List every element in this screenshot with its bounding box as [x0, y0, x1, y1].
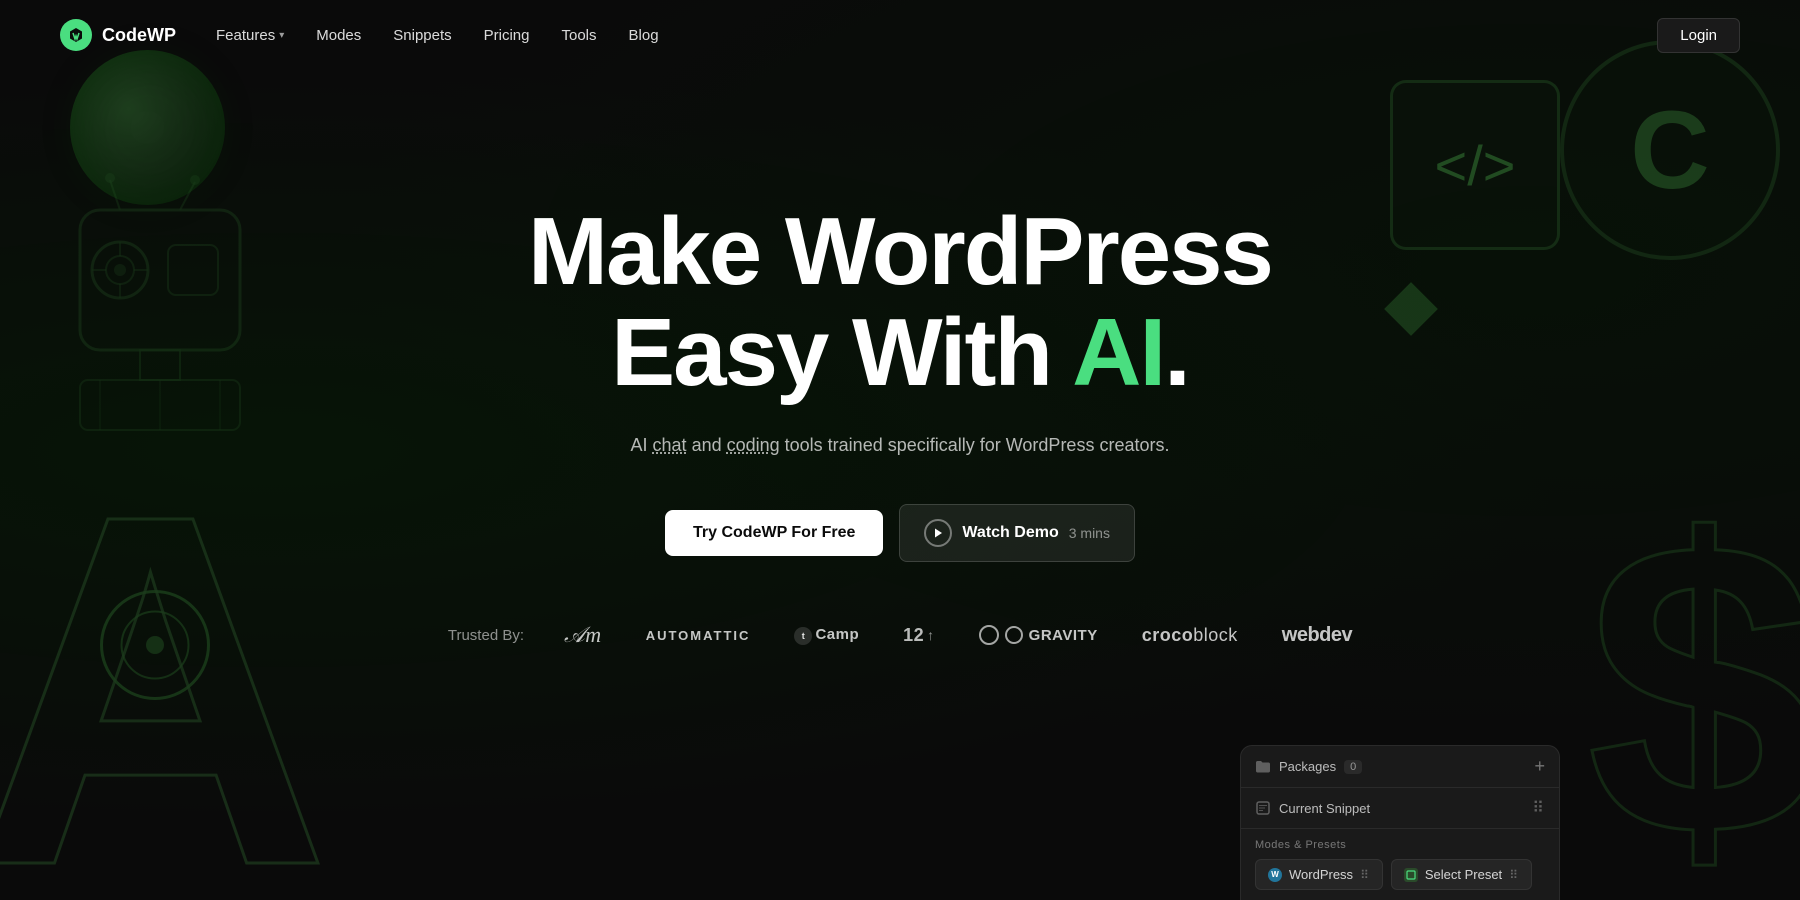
trusted-section: Trusted By: 𝒜m AUTOMATTIC tCamp 12↑ GRAV… — [448, 622, 1352, 648]
navbar: CodeWP Features ▾ Modes Snippets — [0, 0, 1800, 70]
play-icon — [924, 519, 952, 547]
logo-text: CodeWP — [102, 25, 176, 46]
nav-item-tools[interactable]: Tools — [562, 27, 597, 44]
nav-link-snippets[interactable]: Snippets — [393, 27, 451, 44]
nav-item-features[interactable]: Features ▾ — [216, 27, 284, 44]
nav-item-pricing[interactable]: Pricing — [484, 27, 530, 44]
nav-item-blog[interactable]: Blog — [629, 27, 659, 44]
ai-text: AI — [1072, 299, 1164, 406]
logo-link[interactable]: CodeWP — [60, 19, 176, 51]
trusted-logo-croco: crocoblock — [1142, 625, 1238, 646]
chevron-down-icon: ▾ — [279, 30, 284, 41]
nav-link-features[interactable]: Features ▾ — [216, 27, 284, 44]
trusted-logo-webdev: webdev — [1282, 624, 1352, 647]
trusted-label: Trusted By: — [448, 627, 524, 644]
trusted-logo-automattic: AUTOMATTIC — [646, 628, 751, 643]
trusted-logo-gravity: GRAVITY — [979, 625, 1098, 645]
hero-section: Make WordPress Easy With AI. AI chat and… — [0, 70, 1800, 900]
demo-duration: 3 mins — [1069, 525, 1110, 541]
login-button[interactable]: Login — [1657, 18, 1740, 53]
trusted-logo-am: 𝒜m — [564, 622, 602, 648]
tcamp-icon: t — [794, 627, 812, 645]
cta-primary-button[interactable]: Try CodeWP For Free — [665, 510, 883, 556]
trusted-logo-12up: 12↑ — [903, 625, 935, 646]
watch-demo-button[interactable]: Watch Demo 3 mins — [899, 504, 1135, 562]
nav-link-tools[interactable]: Tools — [562, 27, 597, 44]
chat-underline: chat — [653, 435, 687, 455]
nav-link-modes[interactable]: Modes — [316, 27, 361, 44]
hero-buttons: Try CodeWP For Free Watch Demo 3 mins — [665, 504, 1135, 562]
page-wrapper: CodeWP Features ▾ Modes Snippets — [0, 0, 1800, 900]
hero-title: Make WordPress Easy With AI. — [528, 202, 1272, 404]
nav-link-blog[interactable]: Blog — [629, 27, 659, 44]
trusted-logo-tcamp: tCamp — [794, 626, 859, 645]
trusted-logos: 𝒜m AUTOMATTIC tCamp 12↑ GRAVITY crocoblo… — [564, 622, 1352, 648]
nav-item-modes[interactable]: Modes — [316, 27, 361, 44]
nav-link-pricing[interactable]: Pricing — [484, 27, 530, 44]
nav-links: Features ▾ Modes Snippets Pricing — [216, 27, 1657, 44]
hero-subtitle: AI chat and coding tools trained specifi… — [631, 431, 1170, 460]
logo-icon — [60, 19, 92, 51]
nav-item-snippets[interactable]: Snippets — [393, 27, 451, 44]
coding-underline: coding — [727, 435, 780, 455]
